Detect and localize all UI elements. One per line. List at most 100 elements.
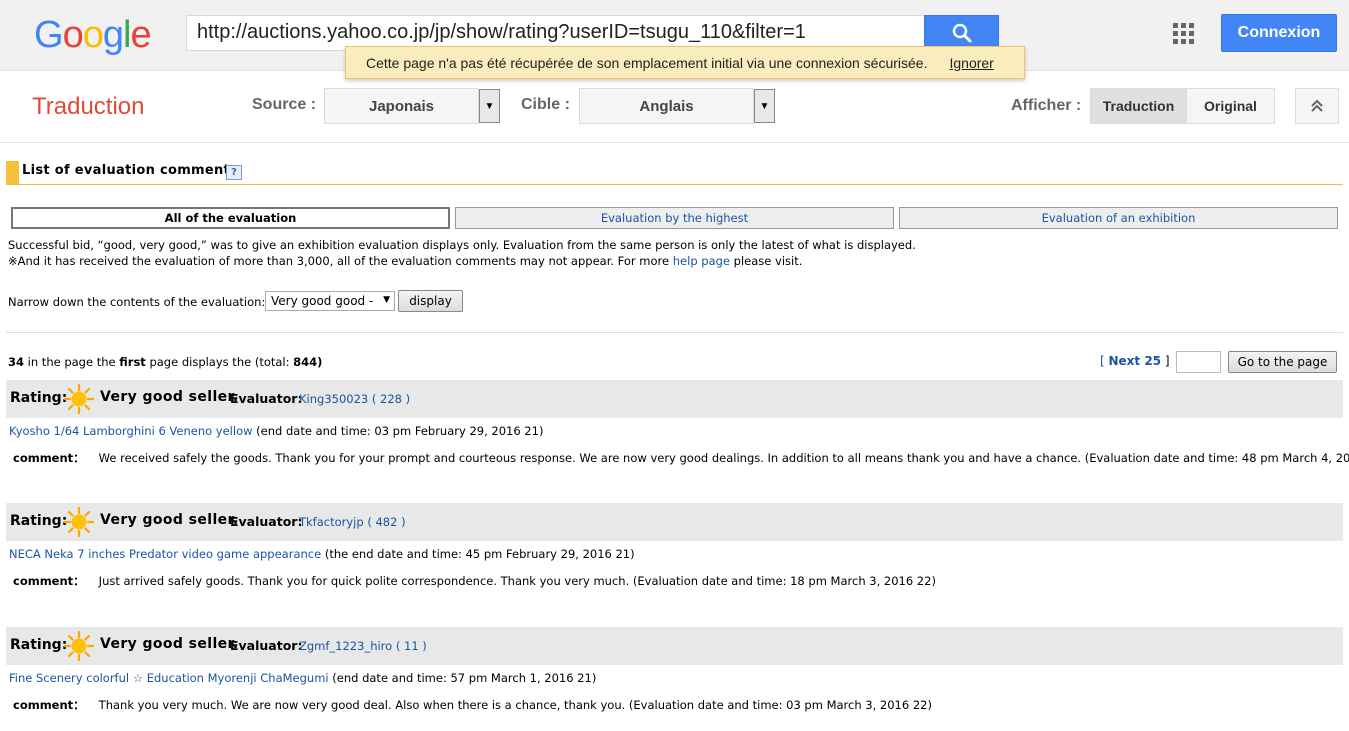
divider [6,332,1343,333]
rating-grade: Very good seller. [100,512,239,528]
comment-text: Thank you very much. We are now very goo… [98,698,932,712]
comment-label: comment： [13,451,85,465]
source-label: Source : [252,96,317,113]
item-line: Fine Scenery colorful ☆ Education Myoren… [9,671,596,685]
item-date: (end date and time: 57 pm March 1, 2016 … [328,671,597,685]
evaluator-info: Tkfactoryjp ( 482 ) [299,515,406,529]
collapse-button[interactable] [1295,88,1339,124]
narrow-label: Narrow down the contents of the evaluati… [8,295,266,309]
logo-letter: l [122,14,132,56]
chevron-down-icon: ▼ [383,295,390,305]
evaluator-link[interactable]: Zgmf_1223_hiro [299,639,392,653]
count-text: page displays the (total: [145,355,294,369]
item-link[interactable]: NECA Neka 7 inches Predator video game a… [9,547,321,561]
item-date: (the end date and time: 45 pm February 2… [321,547,635,561]
count-first: first [119,355,146,369]
tab-evaluation-exhibition[interactable]: Evaluation of an exhibition [899,207,1338,229]
item-date: (end date and time: 03 pm February 29, 2… [252,424,544,438]
logo-letter: g [102,14,124,56]
info-text: please visit. [730,254,803,268]
logo-letter: o [62,14,84,56]
chevron-down-icon[interactable]: ▼ [754,89,775,123]
section-header: List of evaluation comment ? [6,159,1343,185]
narrow-filter: Narrow down the contents of the evaluati… [8,290,508,313]
info-text: ※And it has received the evaluation of m… [8,254,673,268]
evaluator-score-link[interactable]: ( 482 ) [367,515,405,529]
bracket: ] [1161,354,1170,368]
comment-line: comment： We received safely the goods. Th… [13,450,1349,466]
target-language-select[interactable]: Anglais [579,88,754,124]
info-line-1: Successful bid, “good, very good,” was t… [8,238,916,252]
rating-label: Rating: [10,390,68,406]
ignore-link[interactable]: Ignorer [949,55,993,71]
evaluator-score-link[interactable]: ( 11 ) [396,639,427,653]
source-language-select[interactable]: Japonais [324,88,479,124]
evaluator-info: King350023 ( 228 ) [299,392,410,406]
go-to-page-button[interactable]: Go to the page [1228,351,1337,373]
page-number-input[interactable] [1176,351,1221,373]
help-page-link[interactable]: help page [673,254,730,268]
section-marker [6,161,19,184]
item-link[interactable]: Kyosho 1/64 Lamborghini 6 Veneno yellow [9,424,253,438]
filter-value: Very good good - [271,294,374,308]
target-label: Cible : [521,96,570,113]
item-link[interactable]: Fine Scenery colorful ☆ Education Myoren… [9,671,329,685]
comment-line: comment： Thank you very much. We are now … [13,697,932,713]
show-label: Afficher : [1011,97,1082,114]
count-text: in the page the [24,355,120,369]
display-button[interactable]: display [398,290,463,312]
rating-grade: Very good seller. [100,389,239,405]
tab-all-evaluation[interactable]: All of the evaluation [11,207,450,229]
section-title: List of evaluation comment [22,163,231,178]
review-header: Rating: Very good seller. Evaluator: Tkf… [6,503,1343,541]
logo-letter: G [34,14,64,56]
sun-icon [64,384,94,414]
review-header: Rating: Very good seller. Evaluator: Zgm… [6,627,1343,665]
review-item: Rating: Very good seller. Evaluator: Tkf… [6,503,1343,603]
evaluator-label: Evaluator: [230,638,303,653]
apps-grid-icon[interactable] [1173,23,1194,44]
sun-icon [64,507,94,537]
page-count-text: 34 in the page the first page displays t… [8,355,322,369]
search-icon [952,23,971,43]
next-page-nav: [ Next 25 ] [1100,354,1170,368]
translate-title: Traduction [32,93,145,120]
double-chevron-up-icon [1311,99,1323,112]
info-line-2: ※And it has received the evaluation of m… [8,254,802,268]
logo-letter: o [82,14,104,56]
comment-label: comment： [13,574,85,588]
help-icon[interactable]: ? [226,165,242,180]
logo-letter: e [130,14,151,56]
show-translation-button[interactable]: Traduction [1090,88,1187,124]
page-content: List of evaluation comment ? All of the … [0,143,1349,731]
review-item: Rating: Very good seller. Evaluator: Zgm… [6,627,1343,727]
rating-grade: Very good seller. [100,636,239,652]
next-25-link[interactable]: Next 25 [1109,354,1162,368]
signin-button[interactable]: Connexion [1221,14,1337,52]
item-line: Kyosho 1/64 Lamborghini 6 Veneno yellow … [9,424,543,438]
comment-line: comment： Just arrived safely goods. Thank… [13,573,936,589]
review-item: Rating: Very good seller. Evaluator: Kin… [6,380,1349,480]
notice-text: Cette page n'a pas été récupérée de son … [366,54,928,71]
review-header: Rating: Very good seller. Evaluator: Kin… [6,380,1343,418]
evaluator-info: Zgmf_1223_hiro ( 11 ) [299,639,427,653]
chevron-down-icon[interactable]: ▼ [479,89,500,123]
google-logo[interactable]: Google [34,14,152,57]
evaluator-label: Evaluator: [230,391,303,406]
evaluation-filter-select[interactable]: Very good good - ▼ [265,291,395,311]
rating-label: Rating: [10,513,68,529]
bracket: [ [1100,354,1109,368]
item-line: NECA Neka 7 inches Predator video game a… [9,547,635,561]
evaluator-score-link[interactable]: ( 228 ) [372,392,410,406]
tab-evaluation-highest[interactable]: Evaluation by the highest [455,207,894,229]
evaluator-link[interactable]: King350023 [299,392,368,406]
translate-toolbar: Traduction Source : Japonais ▼ Cible : A… [0,71,1349,143]
comment-text: We received safely the goods. Thank you … [98,451,1349,465]
show-original-button[interactable]: Original [1186,88,1275,124]
count-number: 34 [8,355,25,369]
count-text: ) [317,355,323,369]
evaluator-label: Evaluator: [230,514,303,529]
evaluator-link[interactable]: Tkfactoryjp [299,515,364,529]
sun-icon [64,631,94,661]
rating-label: Rating: [10,637,68,653]
